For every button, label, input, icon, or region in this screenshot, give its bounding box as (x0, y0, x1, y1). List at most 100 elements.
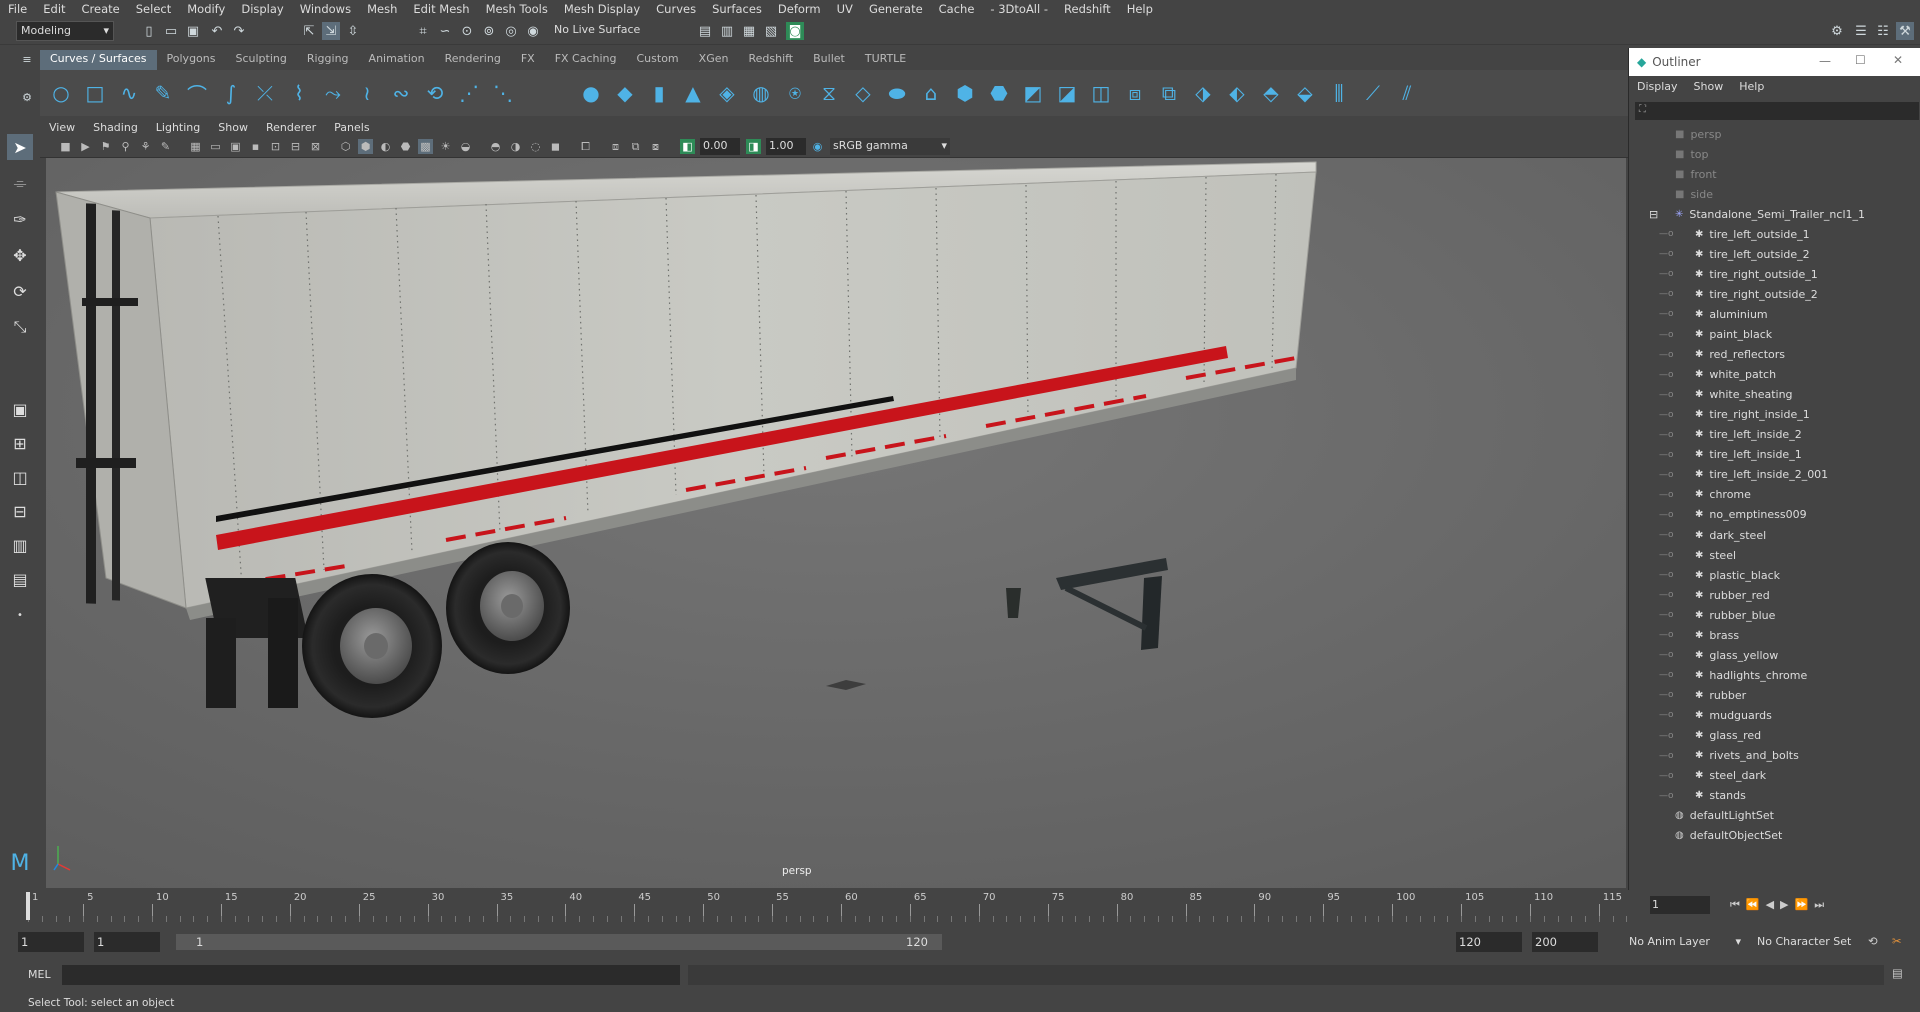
undo-icon[interactable]: ↶ (208, 22, 226, 40)
menu-uv[interactable]: UV (829, 2, 861, 16)
lasso-tool-icon[interactable]: ⌯ (7, 170, 33, 196)
shelf-tab-rigging[interactable]: Rigging (297, 50, 359, 70)
snap-grid-icon[interactable]: ⌗ (414, 22, 432, 40)
close-icon[interactable]: ✕ (1893, 53, 1903, 67)
film-gate-icon[interactable]: ▭ (208, 139, 223, 154)
gate-mask-icon[interactable]: ▪ (248, 139, 263, 154)
single-pane-layout-icon[interactable]: ▣ (7, 396, 33, 422)
open-close-surface-icon[interactable]: ⫼ (1326, 80, 1352, 106)
outliner-item-root[interactable]: ✳ Standalone_Semi_Trailer_ncl1_1 ⊟ (1629, 204, 1920, 224)
outliner-item-mesh[interactable]: ✱ hadlights_chrome —o (1629, 665, 1920, 685)
wireframe-on-shaded-icon[interactable]: ⬣ (398, 139, 413, 154)
shelf-tab-sculpting[interactable]: Sculpting (225, 50, 296, 70)
extend-icon[interactable]: ⬗ (1190, 80, 1216, 106)
outliner-menu-show[interactable]: Show (1686, 80, 1732, 93)
curve-tool-icon[interactable]: ⤫ (252, 80, 278, 106)
use-default-material-icon[interactable]: ◐ (378, 139, 393, 154)
nurbs-torus-icon[interactable]: ◍ (748, 80, 774, 106)
detach-curves-icon[interactable]: ≀ (354, 80, 380, 106)
outliner-item-mesh[interactable]: ✱ steel_dark —o (1629, 766, 1920, 786)
shelf-tab-curves-surfaces[interactable]: Curves / Surfaces (40, 50, 157, 70)
loft-icon[interactable]: ⧖ (816, 80, 842, 106)
arc-tool-icon[interactable]: ⌇ (286, 80, 312, 106)
outliner-item-camera[interactable]: ■ persp (1629, 124, 1920, 144)
nurbs-sphere-icon[interactable]: ● (578, 80, 604, 106)
select-by-object-icon[interactable]: ⇲ (322, 22, 340, 40)
outliner-item-mesh[interactable]: ✱ paint_black —o (1629, 325, 1920, 345)
rebuild-surface-icon[interactable]: ⫽ (1394, 80, 1420, 106)
trim-tool-icon[interactable]: ⧈ (1122, 80, 1148, 106)
wireframe-icon[interactable]: ⬡ (338, 139, 353, 154)
menu-mesh-tools[interactable]: Mesh Tools (478, 2, 556, 16)
command-input[interactable] (62, 965, 680, 985)
outliner-item-set[interactable]: ◍ defaultObjectSet (1629, 826, 1920, 846)
view-transform-select[interactable]: sRGB gamma ▾ (830, 138, 950, 155)
menu-display[interactable]: Display (233, 2, 291, 16)
outliner-item-mesh[interactable]: ✱ glass_yellow —o (1629, 645, 1920, 665)
outliner-item-mesh[interactable]: ✱ chrome —o (1629, 485, 1920, 505)
snap-live-icon[interactable]: ◉ (524, 22, 542, 40)
planar-icon[interactable]: ◇ (850, 80, 876, 106)
nurbs-cylinder-icon[interactable]: ▮ (646, 80, 672, 106)
square-surface-icon[interactable]: ⬣ (986, 80, 1012, 106)
outliner-item-camera[interactable]: ■ top (1629, 144, 1920, 164)
outliner-item-mesh[interactable]: ✱ aluminium —o (1629, 304, 1920, 324)
current-time-indicator[interactable] (26, 892, 30, 920)
outliner-menu-help[interactable]: Help (1731, 80, 1772, 93)
field-chart-icon[interactable]: ⊡ (268, 139, 283, 154)
outliner-item-mesh[interactable]: ✱ tire_left_inside_2_001 —o (1629, 465, 1920, 485)
animation-end-field[interactable]: 200 (1532, 932, 1598, 952)
tool-settings-toggle-icon[interactable]: ⚒ (1896, 22, 1914, 40)
intersect-icon[interactable]: ◪ (1054, 80, 1080, 106)
nurbs-square-icon[interactable]: □ (82, 80, 108, 106)
smooth-shade-icon[interactable]: ⬢ (358, 139, 373, 154)
viewport-menu-panels[interactable]: Panels (325, 121, 378, 134)
shelf-tab-xgen[interactable]: XGen (689, 50, 739, 70)
channel-box-toggle-icon[interactable]: ☰ (1852, 22, 1870, 40)
safe-title-icon[interactable]: ⊠ (308, 139, 323, 154)
outliner-item-mesh[interactable]: ✱ tire_right_outside_2 —o (1629, 284, 1920, 304)
outliner-item-mesh[interactable]: ✱ stands —o (1629, 786, 1920, 806)
collapse-toggle-icon[interactable]: ⊟ (1649, 208, 1658, 221)
select-tool-icon[interactable]: ➤ (7, 134, 33, 160)
render-ipr-icon[interactable]: ▥ (718, 22, 736, 40)
depth-of-field-icon[interactable]: ◼ (548, 139, 563, 154)
shelf-tab-turtle[interactable]: TURTLE (855, 50, 916, 70)
exposure-field[interactable]: 0.00 (700, 138, 740, 155)
grid-icon[interactable]: ▦ (188, 139, 203, 154)
outliner-item-mesh[interactable]: ✱ tire_right_outside_1 —o (1629, 264, 1920, 284)
xray-icon[interactable]: ⧈ (608, 139, 623, 154)
project-curve-icon[interactable]: ◫ (1088, 80, 1114, 106)
anti-aliasing-icon[interactable]: ◌ (528, 139, 543, 154)
motion-blur-icon[interactable]: ◑ (508, 139, 523, 154)
outliner-item-mesh[interactable]: ✱ rubber_blue —o (1629, 605, 1920, 625)
nurbs-cone-icon[interactable]: ▲ (680, 80, 706, 106)
xray-components-icon[interactable]: ⧇ (648, 139, 663, 154)
shelf-tab-animation[interactable]: Animation (359, 50, 435, 70)
safe-action-icon[interactable]: ⊟ (288, 139, 303, 154)
menu-mesh-display[interactable]: Mesh Display (556, 2, 648, 16)
ep-curve-icon[interactable]: ⌒ (184, 80, 210, 107)
gamma-field[interactable]: 1.00 (766, 138, 806, 155)
mode-selector[interactable]: Modeling ▾ (16, 21, 114, 41)
menu-edit[interactable]: Edit (35, 2, 73, 16)
outliner-item-mesh[interactable]: ✱ red_reflectors —o (1629, 345, 1920, 365)
revolve-icon[interactable]: ⍟ (782, 80, 808, 106)
ambient-occlusion-icon[interactable]: ◓ (488, 139, 503, 154)
menu-curves[interactable]: Curves (648, 2, 704, 16)
boundary-icon[interactable]: ⬢ (952, 80, 978, 106)
playback-controls[interactable]: ⏮⏪◀▶⏩⏭ (1730, 898, 1830, 912)
render-frame-icon[interactable]: ▤ (696, 22, 714, 40)
shelf-menu-icon[interactable]: ≡ (18, 50, 36, 68)
menu-surfaces[interactable]: Surfaces (704, 2, 770, 16)
textured-icon[interactable]: ▩ (418, 139, 433, 154)
viewport-menu-lighting[interactable]: Lighting (147, 121, 209, 134)
hypershade-icon[interactable]: ▧ (762, 22, 780, 40)
extrude-icon[interactable]: ⬬ (884, 80, 910, 106)
workspace-icon[interactable]: ⚙ (1828, 22, 1846, 40)
menu-mesh[interactable]: Mesh (359, 2, 405, 16)
attach-surface-icon[interactable]: ⬘ (1258, 80, 1284, 106)
outliner-item-camera[interactable]: ■ front (1629, 164, 1920, 184)
outliner-item-mesh[interactable]: ✱ rubber —o (1629, 685, 1920, 705)
viewport-menu-show[interactable]: Show (209, 121, 257, 134)
